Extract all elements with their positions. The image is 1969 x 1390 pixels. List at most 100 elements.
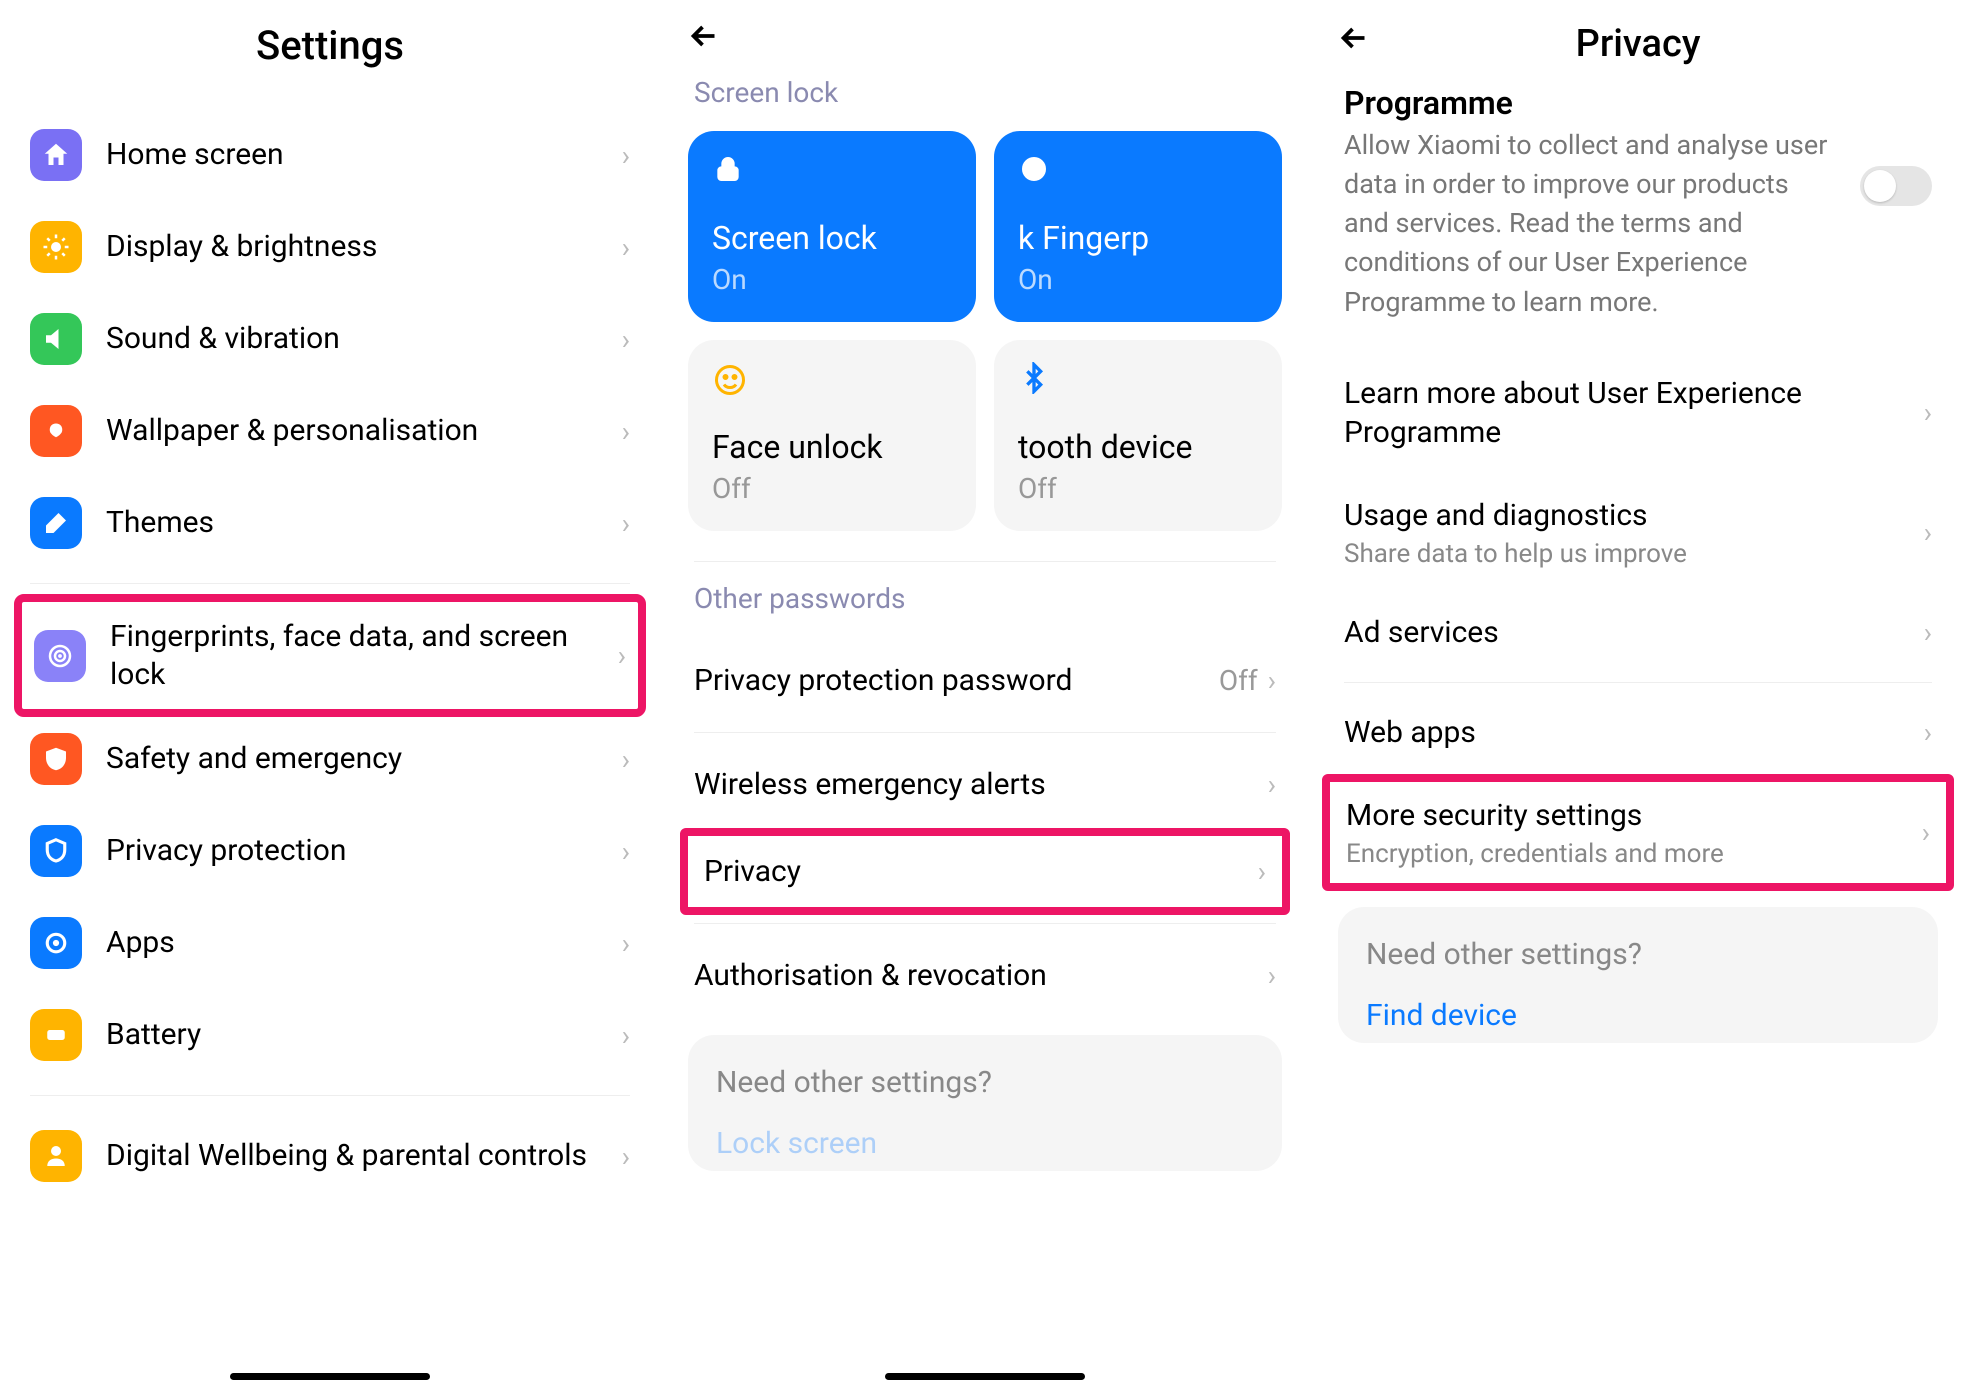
need-title: Need other settings? [1366, 937, 1910, 972]
row-label: Home screen [106, 136, 622, 174]
divider [694, 732, 1276, 733]
row-themes[interactable]: Themes › [18, 477, 642, 569]
row-label: Learn more about User Experience Program… [1344, 374, 1924, 452]
row-home-screen[interactable]: Home screen › [18, 109, 642, 201]
tile-row-1: Screen lock On k Fingerp On [678, 131, 1292, 322]
row-fingerprints-face-lock[interactable]: Fingerprints, face data, and screen lock… [22, 602, 638, 709]
row-authorisation-revocation[interactable]: Authorisation & revocation › [678, 932, 1292, 1019]
link-lock-screen[interactable]: Lock screen [716, 1126, 1254, 1161]
link-find-device[interactable]: Find device [1366, 998, 1910, 1033]
row-digital-wellbeing[interactable]: Digital Wellbeing & parental controls › [18, 1110, 642, 1202]
chevron-right-icon: › [622, 927, 630, 960]
row-label: Privacy [704, 854, 1258, 889]
wellbeing-icon [30, 1130, 82, 1182]
row-label: Ad services [1344, 613, 1924, 652]
chevron-right-icon: › [1268, 959, 1276, 992]
wallpaper-icon [30, 405, 82, 457]
highlight-fingerprints: Fingerprints, face data, and screen lock… [14, 594, 646, 717]
row-label: Fingerprints, face data, and screen lock [110, 618, 618, 693]
row-display-brightness[interactable]: Display & brightness › [18, 201, 642, 293]
chevron-right-icon: › [622, 1140, 630, 1173]
row-privacy[interactable]: Privacy › [688, 836, 1282, 907]
tile-fingerprint[interactable]: k Fingerp On [994, 131, 1282, 322]
sound-icon [30, 313, 82, 365]
screen-lock-panel: Screen lock Screen lock On k Fingerp On … [660, 0, 1310, 1390]
brightness-icon [30, 221, 82, 273]
chevron-right-icon: › [1924, 716, 1932, 749]
row-learn-more-uxp[interactable]: Learn more about User Experience Program… [1328, 352, 1948, 474]
page-title: Settings [18, 0, 642, 109]
divider [30, 583, 630, 584]
face-icon [712, 362, 952, 410]
back-button[interactable] [1336, 20, 1372, 66]
row-ad-services[interactable]: Ad services › [1328, 591, 1948, 674]
chevron-right-icon: › [1922, 816, 1930, 849]
tile-title: Face unlock [712, 428, 952, 466]
chevron-right-icon: › [622, 507, 630, 540]
divider [694, 561, 1276, 562]
row-label: Wireless emergency alerts [694, 767, 1268, 802]
row-web-apps[interactable]: Web apps › [1328, 691, 1948, 774]
divider [694, 923, 1276, 924]
tile-bluetooth-device[interactable]: tooth device Off [994, 340, 1282, 531]
chevron-right-icon: › [622, 231, 630, 264]
row-label: Themes [106, 504, 622, 542]
home-indicator [230, 1373, 430, 1380]
tile-title: k Fingerp [1018, 219, 1258, 257]
row-safety-emergency[interactable]: Safety and emergency › [18, 713, 642, 805]
row-label: More security settings [1346, 796, 1922, 835]
row-label: Sound & vibration [106, 320, 622, 358]
chevron-right-icon: › [1924, 396, 1932, 429]
highlight-privacy: Privacy › [680, 828, 1290, 915]
row-wireless-emergency-alerts[interactable]: Wireless emergency alerts › [678, 741, 1292, 828]
row-battery[interactable]: Battery › [18, 989, 642, 1081]
tile-status: Off [1018, 472, 1258, 505]
tile-status: On [712, 263, 952, 296]
section-other-passwords: Other passwords [678, 570, 1292, 637]
row-label: Privacy protection password [694, 663, 1219, 698]
programme-title: Programme [1328, 66, 1948, 126]
chevron-right-icon: › [1924, 616, 1932, 649]
privacy-icon [30, 825, 82, 877]
row-label: Display & brightness [106, 228, 622, 266]
chevron-right-icon: › [618, 639, 626, 672]
settings-panel: Settings Home screen › Display & brightn… [0, 0, 660, 1390]
chevron-right-icon: › [622, 835, 630, 868]
programme-description: Allow Xiaomi to collect and analyse user… [1344, 126, 1840, 322]
row-sound-vibration[interactable]: Sound & vibration › [18, 293, 642, 385]
highlight-more-security: More security settings Encryption, crede… [1322, 774, 1954, 891]
row-label: Authorisation & revocation [694, 958, 1268, 993]
row-usage-diagnostics[interactable]: Usage and diagnostics Share data to help… [1328, 474, 1948, 591]
need-other-settings-box: Need other settings? Find device [1338, 907, 1938, 1043]
row-label: Web apps [1344, 713, 1924, 752]
programme-toggle[interactable] [1860, 166, 1932, 206]
page-title: Privacy [1576, 22, 1701, 66]
need-title: Need other settings? [716, 1065, 1254, 1100]
row-sublabel: Encryption, credentials and more [1346, 839, 1922, 869]
need-other-settings-box: Need other settings? Lock screen [688, 1035, 1282, 1171]
row-privacy-protection[interactable]: Privacy protection › [18, 805, 642, 897]
chevron-right-icon: › [622, 743, 630, 776]
chevron-right-icon: › [622, 1019, 630, 1052]
row-sublabel: Share data to help us improve [1344, 539, 1924, 569]
battery-icon [30, 1009, 82, 1061]
chevron-right-icon: › [622, 139, 630, 172]
tile-title: Screen lock [712, 219, 952, 257]
chevron-right-icon: › [1268, 664, 1276, 697]
home-icon [30, 129, 82, 181]
divider [30, 1095, 630, 1096]
lock-icon [712, 153, 952, 201]
tile-screen-lock[interactable]: Screen lock On [688, 131, 976, 322]
row-more-security-settings[interactable]: More security settings Encryption, crede… [1330, 782, 1946, 883]
row-privacy-protection-password[interactable]: Privacy protection password Off › [678, 637, 1292, 724]
tile-face-unlock[interactable]: Face unlock Off [688, 340, 976, 531]
row-wallpaper[interactable]: Wallpaper & personalisation › [18, 385, 642, 477]
row-label: Privacy protection [106, 832, 622, 870]
programme-row: Allow Xiaomi to collect and analyse user… [1328, 126, 1948, 352]
tile-row-2: Face unlock Off tooth device Off [678, 340, 1292, 531]
row-label: Wallpaper & personalisation [106, 412, 622, 450]
row-label: Apps [106, 924, 622, 962]
back-button[interactable] [678, 0, 1292, 64]
row-apps[interactable]: Apps › [18, 897, 642, 989]
section-screen-lock: Screen lock [678, 64, 1292, 131]
